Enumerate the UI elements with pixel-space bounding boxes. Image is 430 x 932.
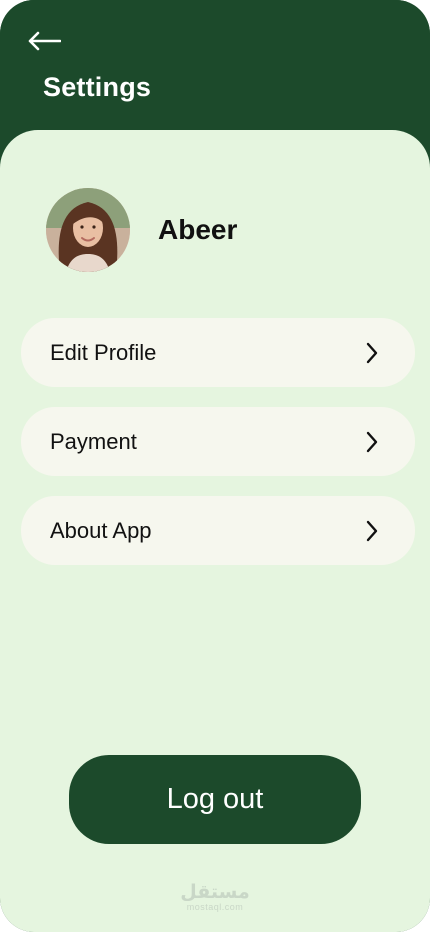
avatar-photo [46,188,130,272]
watermark-logo: مستقل [180,881,250,903]
menu-item-label: Edit Profile [50,339,157,365]
app-screen: Settings Abeer Edit Profile Payment Abou… [0,0,430,932]
profile-name: Abeer [158,214,238,245]
logout-button[interactable]: Log out [69,755,361,844]
page-title: Settings [43,72,152,102]
profile-section: Abeer [46,188,237,272]
menu-item-label: About App [50,517,152,543]
logout-label: Log out [166,783,264,815]
chevron-right-icon [366,342,378,363]
avatar[interactable] [46,188,130,272]
chevron-right-icon [366,520,378,541]
back-button[interactable] [24,24,64,58]
menu-item-about-app[interactable]: About App [21,496,415,565]
chevron-right-icon [366,431,378,452]
watermark-text: mostaql.com [186,902,244,912]
settings-panel: Abeer Edit Profile Payment About App Log… [0,130,430,932]
menu-item-payment[interactable]: Payment [21,407,415,476]
watermark: مستقل mostaql.com [0,882,430,912]
menu-item-edit-profile[interactable]: Edit Profile [21,318,415,387]
arrow-left-icon [28,31,61,51]
menu-item-label: Payment [50,428,137,454]
